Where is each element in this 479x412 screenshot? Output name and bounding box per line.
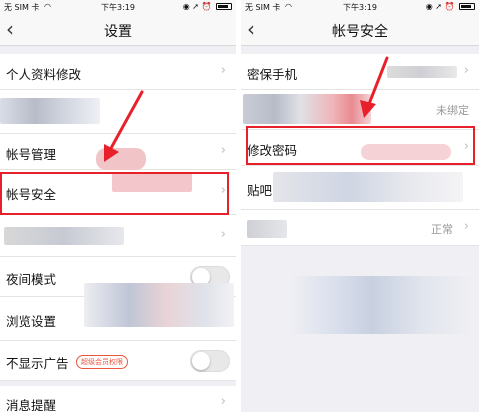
annotation-arrow-icon <box>360 56 389 118</box>
settings-screen: 无 SIM 卡 ◠ 下午3:19 ◉ ➚ ⏰ ‹ 设置 个人资料修改 › 帐号管… <box>0 0 236 412</box>
account-security-screen: 无 SIM 卡 ◠ 下午3:19 ◉ ➚ ⏰ ‹ 帐号安全 密保手机 › 未绑定… <box>241 0 479 412</box>
annotation-arrow-icon <box>104 90 144 162</box>
